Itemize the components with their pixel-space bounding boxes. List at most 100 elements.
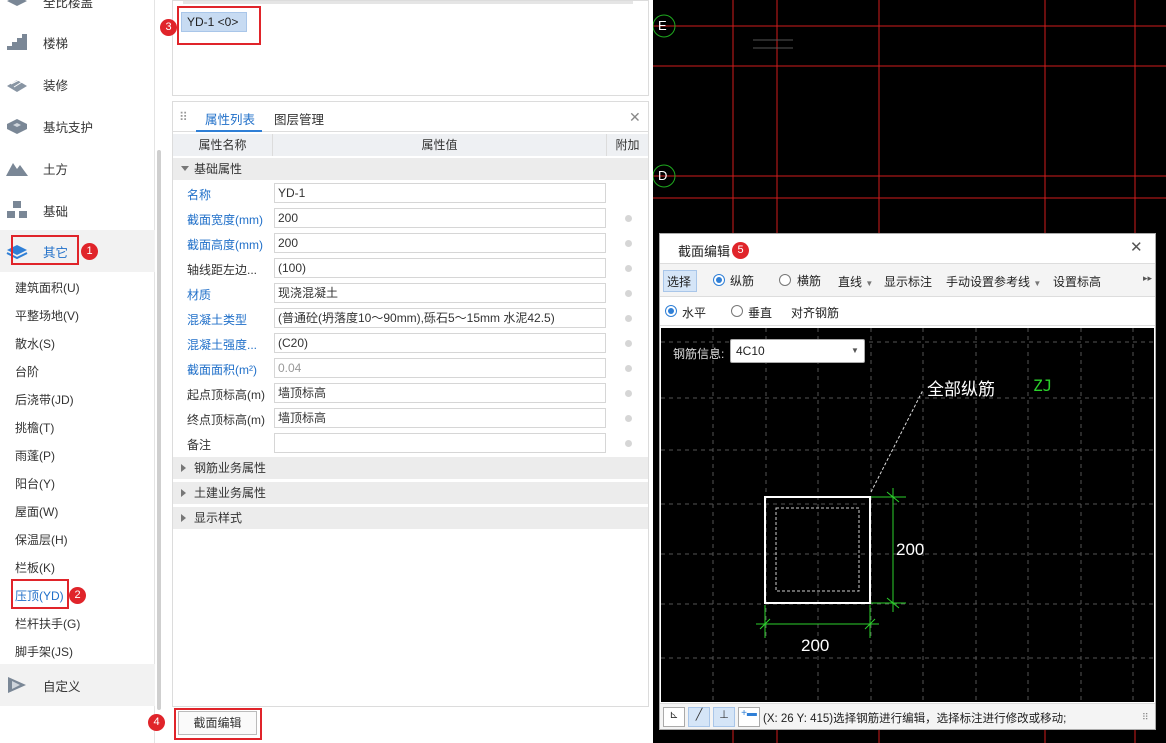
radio-longitudinal[interactable] (713, 274, 725, 286)
highlight-box-other (11, 235, 79, 265)
group-rebar[interactable]: 钢筋业务属性 (173, 457, 648, 479)
category-decoration[interactable]: 装修 (0, 63, 155, 105)
select-tool-label: 选择 (667, 275, 692, 289)
sub-item-railing[interactable]: 栏杆扶手(G) (15, 615, 80, 632)
sub-item-steps[interactable]: 台阶 (15, 363, 39, 380)
property-value-input[interactable] (274, 433, 606, 453)
property-name: 截面高度(mm) (187, 238, 263, 252)
category-stairs[interactable]: 楼梯 (0, 21, 155, 63)
group-civil[interactable]: 土建业务属性 (173, 482, 648, 504)
property-value-input[interactable]: 墙顶标高 (274, 408, 606, 428)
radio-vertical[interactable] (731, 305, 743, 317)
decoration-icon (7, 79, 27, 92)
section-canvas[interactable]: 钢筋信息: 4C10 ▼ 全部纵筋 ZJ 200 200 (661, 328, 1154, 702)
radio-transverse[interactable] (779, 274, 791, 286)
collapse-icon (181, 464, 186, 472)
step-badge-4: 4 (148, 714, 165, 731)
property-name: 材质 (187, 288, 212, 302)
category-custom[interactable]: 自定义 (0, 664, 155, 706)
close-icon[interactable]: ✕ (1130, 238, 1143, 256)
property-name: 备注 (187, 438, 212, 452)
attach-checkbox[interactable] (625, 365, 632, 372)
property-value-input[interactable]: 墙顶标高 (274, 383, 606, 403)
add-point-icon[interactable]: +▬ (738, 707, 760, 727)
sub-item-canopy[interactable]: 雨蓬(P) (15, 447, 55, 464)
highlight-box-section-edit (174, 708, 262, 740)
group-basic[interactable]: 基础属性 (173, 158, 648, 180)
step-badge-5: 5 (732, 242, 749, 259)
set-elevation-button[interactable]: 设置标高 (1053, 273, 1101, 290)
resize-grip-icon[interactable]: ⠿ (1142, 712, 1149, 723)
align-rebar-button[interactable]: 对齐钢筋 (791, 304, 839, 321)
category-pit-support[interactable]: 基坑支护 (0, 105, 155, 147)
property-value-input[interactable]: 现浇混凝土 (274, 283, 606, 303)
attach-checkbox[interactable] (625, 340, 632, 347)
attach-checkbox[interactable] (625, 415, 632, 422)
property-value-input[interactable]: 200 (274, 233, 606, 253)
sub-item-scaffold[interactable]: 脚手架(JS) (15, 643, 73, 660)
expand-icon (181, 166, 189, 171)
sub-item-balcony[interactable]: 阳台(Y) (15, 475, 55, 492)
rebar-annotation-code[interactable]: ZJ (1033, 376, 1052, 395)
show-dimension-button[interactable]: 显示标注 (884, 273, 932, 290)
sub-item-roof[interactable]: 屋面(W) (15, 503, 58, 520)
attach-checkbox[interactable] (625, 390, 632, 397)
drag-handle-icon[interactable]: ⠿ (179, 110, 188, 124)
category-label: 全比楼盖 (43, 0, 94, 10)
category-foundation[interactable]: 基础 (0, 189, 155, 231)
property-value-input[interactable]: (100) (274, 258, 606, 278)
group-label: 土建业务属性 (194, 486, 267, 500)
tab-layer-manage[interactable]: 图层管理 (269, 102, 335, 132)
manual-ref-line-dropdown[interactable]: 手动设置参考线 ▼ (946, 273, 1041, 290)
dimension-width-label[interactable]: 200 (801, 636, 829, 656)
tab-property-list[interactable]: 属性列表 (196, 102, 262, 132)
sub-item-site-leveling[interactable]: 平整场地(V) (15, 307, 79, 324)
sub-item-insulation[interactable]: 保温层(H) (15, 531, 68, 548)
sub-item-eaves[interactable]: 挑檐(T) (15, 419, 54, 436)
stairs-icon (7, 34, 27, 50)
attach-checkbox[interactable] (625, 440, 632, 447)
category-label: 楼梯 (43, 36, 69, 51)
ortho-mode-icon[interactable]: ⊾ (663, 707, 685, 727)
property-name: 终点顶标高(m) (187, 413, 265, 427)
group-display-style[interactable]: 显示样式 (173, 507, 648, 529)
rebar-annotation-text[interactable]: 全部纵筋 (927, 375, 995, 400)
radio-vertical-label: 垂直 (748, 306, 773, 320)
category-earthwork[interactable]: 土方 (0, 147, 155, 189)
property-name: 轴线距左边... (187, 263, 258, 277)
property-panel: ⠿ 属性列表 图层管理 ✕ 属性名称 属性值 附加 基础属性 名称 YD-1 截面… (172, 101, 649, 707)
line-tool-dropdown[interactable]: 直线 ▼ (838, 273, 873, 290)
sub-item-parapet[interactable]: 栏板(K) (15, 559, 55, 576)
dimension-height-label[interactable]: 200 (896, 540, 924, 560)
property-value-input[interactable]: 200 (274, 208, 606, 228)
attach-checkbox[interactable] (625, 290, 632, 297)
line-mode-icon[interactable]: ╱ (688, 707, 710, 727)
property-name: 截面面积(m²) (187, 363, 257, 377)
property-value-input[interactable]: YD-1 (274, 183, 606, 203)
sidebar-scrollbar[interactable] (157, 150, 161, 710)
perpendicular-icon[interactable]: ⊥ (713, 707, 735, 727)
property-row: 截面面积(m²) 0.04 (173, 356, 648, 381)
column-header-name: 属性名称 (173, 134, 273, 156)
pit-support-icon (7, 119, 27, 134)
step-badge-3: 3 (160, 19, 177, 36)
attach-checkbox[interactable] (625, 240, 632, 247)
attach-checkbox[interactable] (625, 265, 632, 272)
more-tools-icon[interactable]: ▸▸ (1143, 273, 1152, 284)
category-label: 基坑支护 (43, 120, 94, 135)
category-floor-partial[interactable]: 全比楼盖 (0, 0, 155, 22)
rebar-info-select[interactable]: 4C10 ▼ (730, 339, 865, 363)
tab-label: 图层管理 (274, 113, 325, 127)
property-value-input[interactable]: (普通砼(坍落度10～90mm),砾石5～15mm 水泥42.5) (274, 308, 606, 328)
close-icon[interactable]: ✕ (629, 109, 641, 126)
property-value-input[interactable]: (C20) (274, 333, 606, 353)
sub-item-apron[interactable]: 散水(S) (15, 335, 55, 352)
sub-item-post-pour-strip[interactable]: 后浇带(JD) (15, 391, 74, 408)
attach-checkbox[interactable] (625, 315, 632, 322)
radio-horizontal[interactable] (665, 305, 677, 317)
rebar-info-label: 钢筋信息: (673, 347, 725, 361)
sub-item-building-area[interactable]: 建筑面积(U) (15, 279, 80, 296)
section-edit-dialog: 截面编辑 ✕ 选择 纵筋 横筋 直线 ▼ 显示标注 手动设置参考线 ▼ 设置标高… (659, 233, 1156, 730)
attach-checkbox[interactable] (625, 215, 632, 222)
section-drawing (661, 328, 1154, 702)
